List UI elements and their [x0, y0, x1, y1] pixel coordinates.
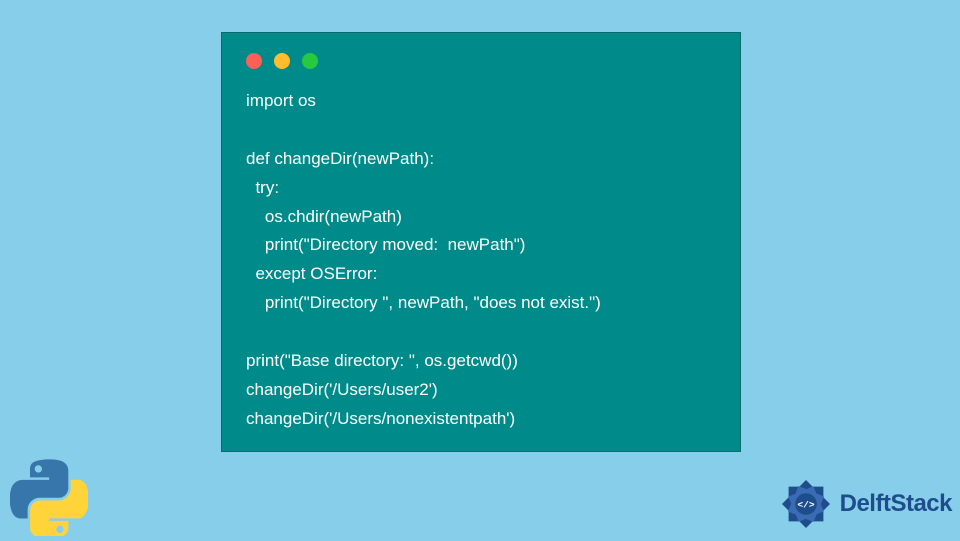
close-dot-icon [246, 53, 262, 69]
code-window: import os def changeDir(newPath): try: o… [221, 32, 741, 452]
code-block: import os def changeDir(newPath): try: o… [222, 81, 740, 458]
svg-text:</>: </> [797, 500, 815, 511]
delftstack-branding: </> DelftStack [776, 474, 952, 534]
minimize-dot-icon [274, 53, 290, 69]
brand-name: DelftStack [840, 490, 952, 518]
window-controls [222, 33, 740, 81]
maximize-dot-icon [302, 53, 318, 69]
delftstack-logo-icon: </> [776, 474, 836, 534]
python-logo-icon [10, 458, 88, 536]
